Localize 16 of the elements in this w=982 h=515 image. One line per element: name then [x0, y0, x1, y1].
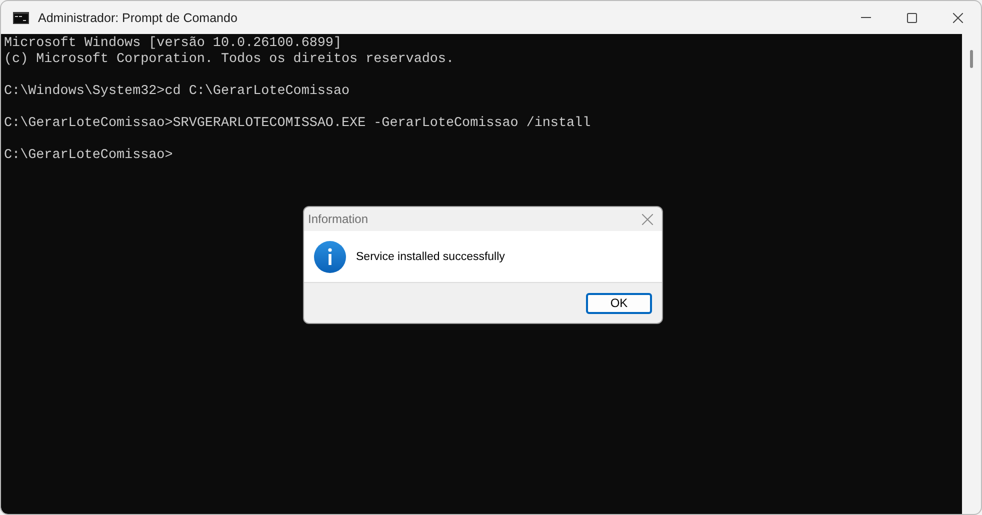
console-line: C:\GerarLoteComissao>	[4, 148, 173, 164]
dialog-message: Service installed successfully	[356, 250, 505, 264]
ok-button[interactable]: OK	[586, 292, 652, 314]
minimize-icon	[861, 17, 871, 18]
close-icon[interactable]	[642, 214, 652, 224]
terminal-icon	[13, 12, 29, 24]
console-line: Microsoft Windows [versão 10.0.26100.6899]	[4, 36, 342, 52]
console-line: (c) Microsoft Corporation. Todos os direitos reservados.	[4, 52, 454, 68]
console-line: C:\GerarLoteComissao>SRVGERARLOTECOMISSAO.EXE -GerarLoteComissao /install	[4, 116, 591, 132]
console-line: C:\Windows\System32>cd C:\GerarLoteComissao	[4, 84, 350, 100]
scroll-thumb[interactable]	[970, 50, 973, 68]
dialog-title: Information	[308, 211, 368, 227]
maximize-icon	[907, 12, 917, 22]
window-title: Administrador: Prompt de Comando	[38, 10, 238, 24]
info-icon	[314, 240, 346, 272]
close-icon	[953, 12, 963, 22]
